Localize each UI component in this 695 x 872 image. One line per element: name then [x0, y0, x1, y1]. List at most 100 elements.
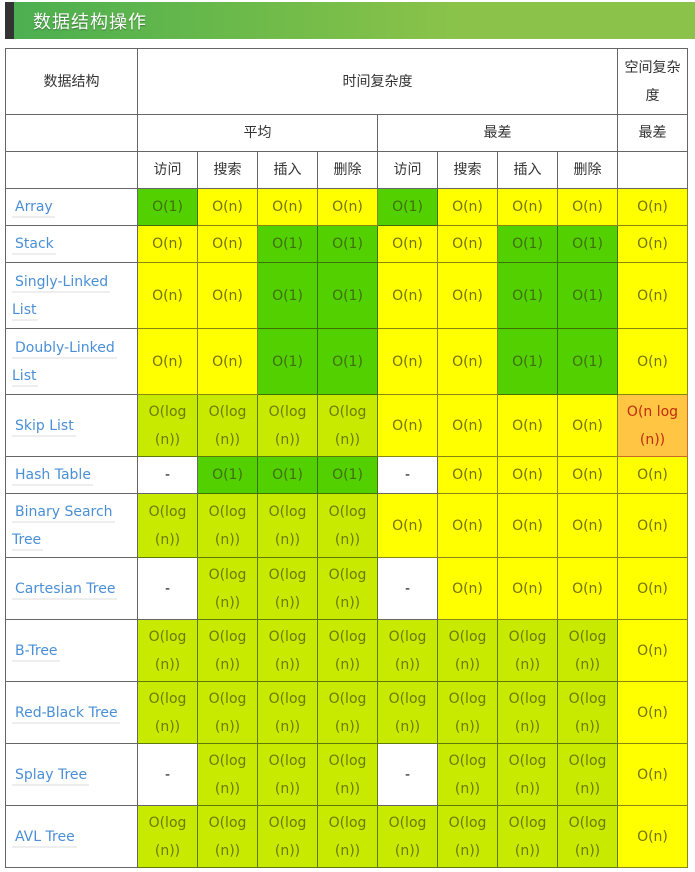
time-complexity-cell: O(1) [257, 328, 318, 395]
time-complexity-cell: O(n) [197, 262, 258, 329]
time-complexity-cell: O(log (n)) [197, 743, 258, 806]
time-complexity-cell: O(n) [557, 456, 618, 494]
time-complexity-cell: O(log (n)) [437, 619, 498, 682]
time-complexity-cell: O(1) [317, 225, 378, 263]
space-complexity-cell: O(n) [617, 805, 688, 868]
data-structure-cell: Stack [5, 225, 138, 263]
data-structure-link[interactable]: Doubly-Linked [12, 339, 117, 359]
time-complexity-cell: O(log (n)) [437, 805, 498, 868]
time-complexity-cell: O(log (n)) [137, 394, 198, 457]
time-complexity-cell: O(1) [557, 328, 618, 395]
data-structure-cell: Array [5, 188, 138, 226]
time-complexity-cell: O(n) [437, 394, 498, 457]
data-structure-link[interactable]: Splay Tree [12, 766, 90, 786]
time-complexity-cell: O(log (n)) [317, 805, 378, 868]
header-worst: 最差 [377, 114, 618, 152]
table-row: Singly-Linked List O(n) O(n) O(1) O(1) O(n) O(n… [5, 262, 688, 329]
table-body: Array O(1) O(n) O(n) O(n) O(1) O(n) O(n) O(n) O(n… [5, 188, 688, 868]
time-complexity-cell: O(n) [137, 225, 198, 263]
data-structure-link[interactable]: Singly-Linked [12, 273, 111, 293]
time-complexity-cell: O(log (n)) [257, 743, 318, 806]
space-complexity-cell: O(n) [617, 262, 688, 329]
table-row: B-Tree O(log (n)) O(log (n)) O(log (n)) O(lo… [5, 619, 688, 682]
time-complexity-cell: O(n) [497, 394, 558, 457]
time-complexity-cell: O(n) [557, 188, 618, 226]
data-structure-cell: Singly-Linked List [5, 262, 138, 329]
time-complexity-cell: O(log (n)) [437, 681, 498, 744]
data-structure-link[interactable]: List [12, 301, 39, 321]
time-complexity-cell: O(1) [317, 456, 378, 494]
time-complexity-cell: O(log (n)) [257, 805, 318, 868]
time-complexity-cell: O(1) [137, 188, 198, 226]
time-complexity-cell: O(n) [197, 328, 258, 395]
time-complexity-cell: O(1) [257, 225, 318, 263]
time-complexity-cell: O(log (n)) [257, 394, 318, 457]
time-complexity-cell: O(log (n)) [137, 493, 198, 558]
header-data-structure: 数据结构 [5, 48, 138, 115]
data-structure-link[interactable]: Array [12, 199, 55, 218]
header-row-3: 访问 搜索 插入 删除 访问 搜索 插入 删除 [5, 151, 688, 189]
time-complexity-cell: O(n) [137, 262, 198, 329]
time-complexity-cell: O(log (n)) [137, 681, 198, 744]
data-structure-cell: Hash Table [5, 456, 138, 494]
time-complexity-cell: - [137, 557, 198, 620]
time-complexity-cell: O(log (n)) [497, 805, 558, 868]
table-row: AVL Tree O(log (n)) O(log (n)) O(log (n)) O(… [5, 805, 688, 868]
section-title-bar: 数据结构操作 [5, 2, 695, 39]
time-complexity-cell: O(n) [437, 188, 498, 226]
time-complexity-cell: O(log (n)) [257, 681, 318, 744]
time-complexity-cell: O(n) [137, 328, 198, 395]
time-complexity-cell: - [377, 456, 438, 494]
time-complexity-cell: O(1) [497, 328, 558, 395]
time-complexity-cell: O(n) [437, 225, 498, 263]
time-complexity-cell: O(1) [497, 262, 558, 329]
data-structure-cell: Cartesian Tree [5, 557, 138, 620]
time-complexity-cell: - [377, 557, 438, 620]
header-op-search-worst: 搜索 [437, 151, 498, 189]
header-op-insert-worst: 插入 [497, 151, 558, 189]
time-complexity-cell: O(log (n)) [317, 557, 378, 620]
section-title: 数据结构操作 [33, 12, 147, 33]
time-complexity-cell: O(log (n)) [317, 394, 378, 457]
time-complexity-cell: - [377, 743, 438, 806]
time-complexity-cell: O(log (n)) [557, 619, 618, 682]
table-row: Binary Search Tree O(log (n)) O(log (n)) O(l… [5, 493, 688, 558]
time-complexity-cell: O(1) [197, 456, 258, 494]
data-structure-link[interactable]: Skip List [12, 417, 76, 437]
header-space-complexity: 空间复杂度 [617, 48, 688, 115]
time-complexity-cell: O(log (n)) [257, 557, 318, 620]
time-complexity-cell: O(n) [437, 262, 498, 329]
data-structure-link[interactable]: Red-Black Tree [12, 704, 120, 724]
time-complexity-cell: O(log (n)) [197, 805, 258, 868]
header-op-access-avg: 访问 [137, 151, 198, 189]
time-complexity-cell: O(n) [377, 493, 438, 558]
data-structure-link[interactable]: Cartesian Tree [12, 580, 118, 600]
data-structure-cell: Red-Black Tree [5, 681, 138, 744]
table-row: Skip List O(log (n)) O(log (n)) O(log (n)) O… [5, 394, 688, 457]
data-structure-link[interactable]: AVL Tree [12, 828, 77, 848]
header-op-delete-avg: 删除 [317, 151, 378, 189]
data-structure-link[interactable]: B-Tree [12, 642, 60, 662]
time-complexity-cell: O(n) [317, 188, 378, 226]
header-op-delete-worst: 删除 [557, 151, 618, 189]
time-complexity-cell: - [137, 743, 198, 806]
table-row: Red-Black Tree O(log (n)) O(log (n)) O(log … [5, 681, 688, 744]
space-complexity-cell: O(n log (n)) [617, 394, 688, 457]
header-empty [5, 114, 138, 152]
time-complexity-cell: O(log (n)) [377, 681, 438, 744]
time-complexity-cell: O(n) [497, 188, 558, 226]
time-complexity-cell: O(1) [377, 188, 438, 226]
data-structure-link[interactable]: Binary Search [12, 503, 115, 523]
data-structure-link[interactable]: Hash Table [12, 467, 93, 486]
time-complexity-cell: O(log (n)) [557, 743, 618, 806]
table-row: Array O(1) O(n) O(n) O(n) O(1) O(n) O(n) O(n) O(n… [5, 188, 688, 226]
header-op-access-worst: 访问 [377, 151, 438, 189]
data-structure-link[interactable]: Tree [12, 531, 44, 551]
time-complexity-cell: O(log (n)) [437, 743, 498, 806]
data-structure-link[interactable]: Stack [12, 236, 56, 255]
time-complexity-cell: O(n) [497, 493, 558, 558]
time-complexity-cell: O(log (n)) [497, 619, 558, 682]
data-structure-link[interactable]: List [12, 367, 39, 387]
time-complexity-cell: O(log (n)) [377, 619, 438, 682]
time-complexity-cell: O(log (n)) [197, 493, 258, 558]
